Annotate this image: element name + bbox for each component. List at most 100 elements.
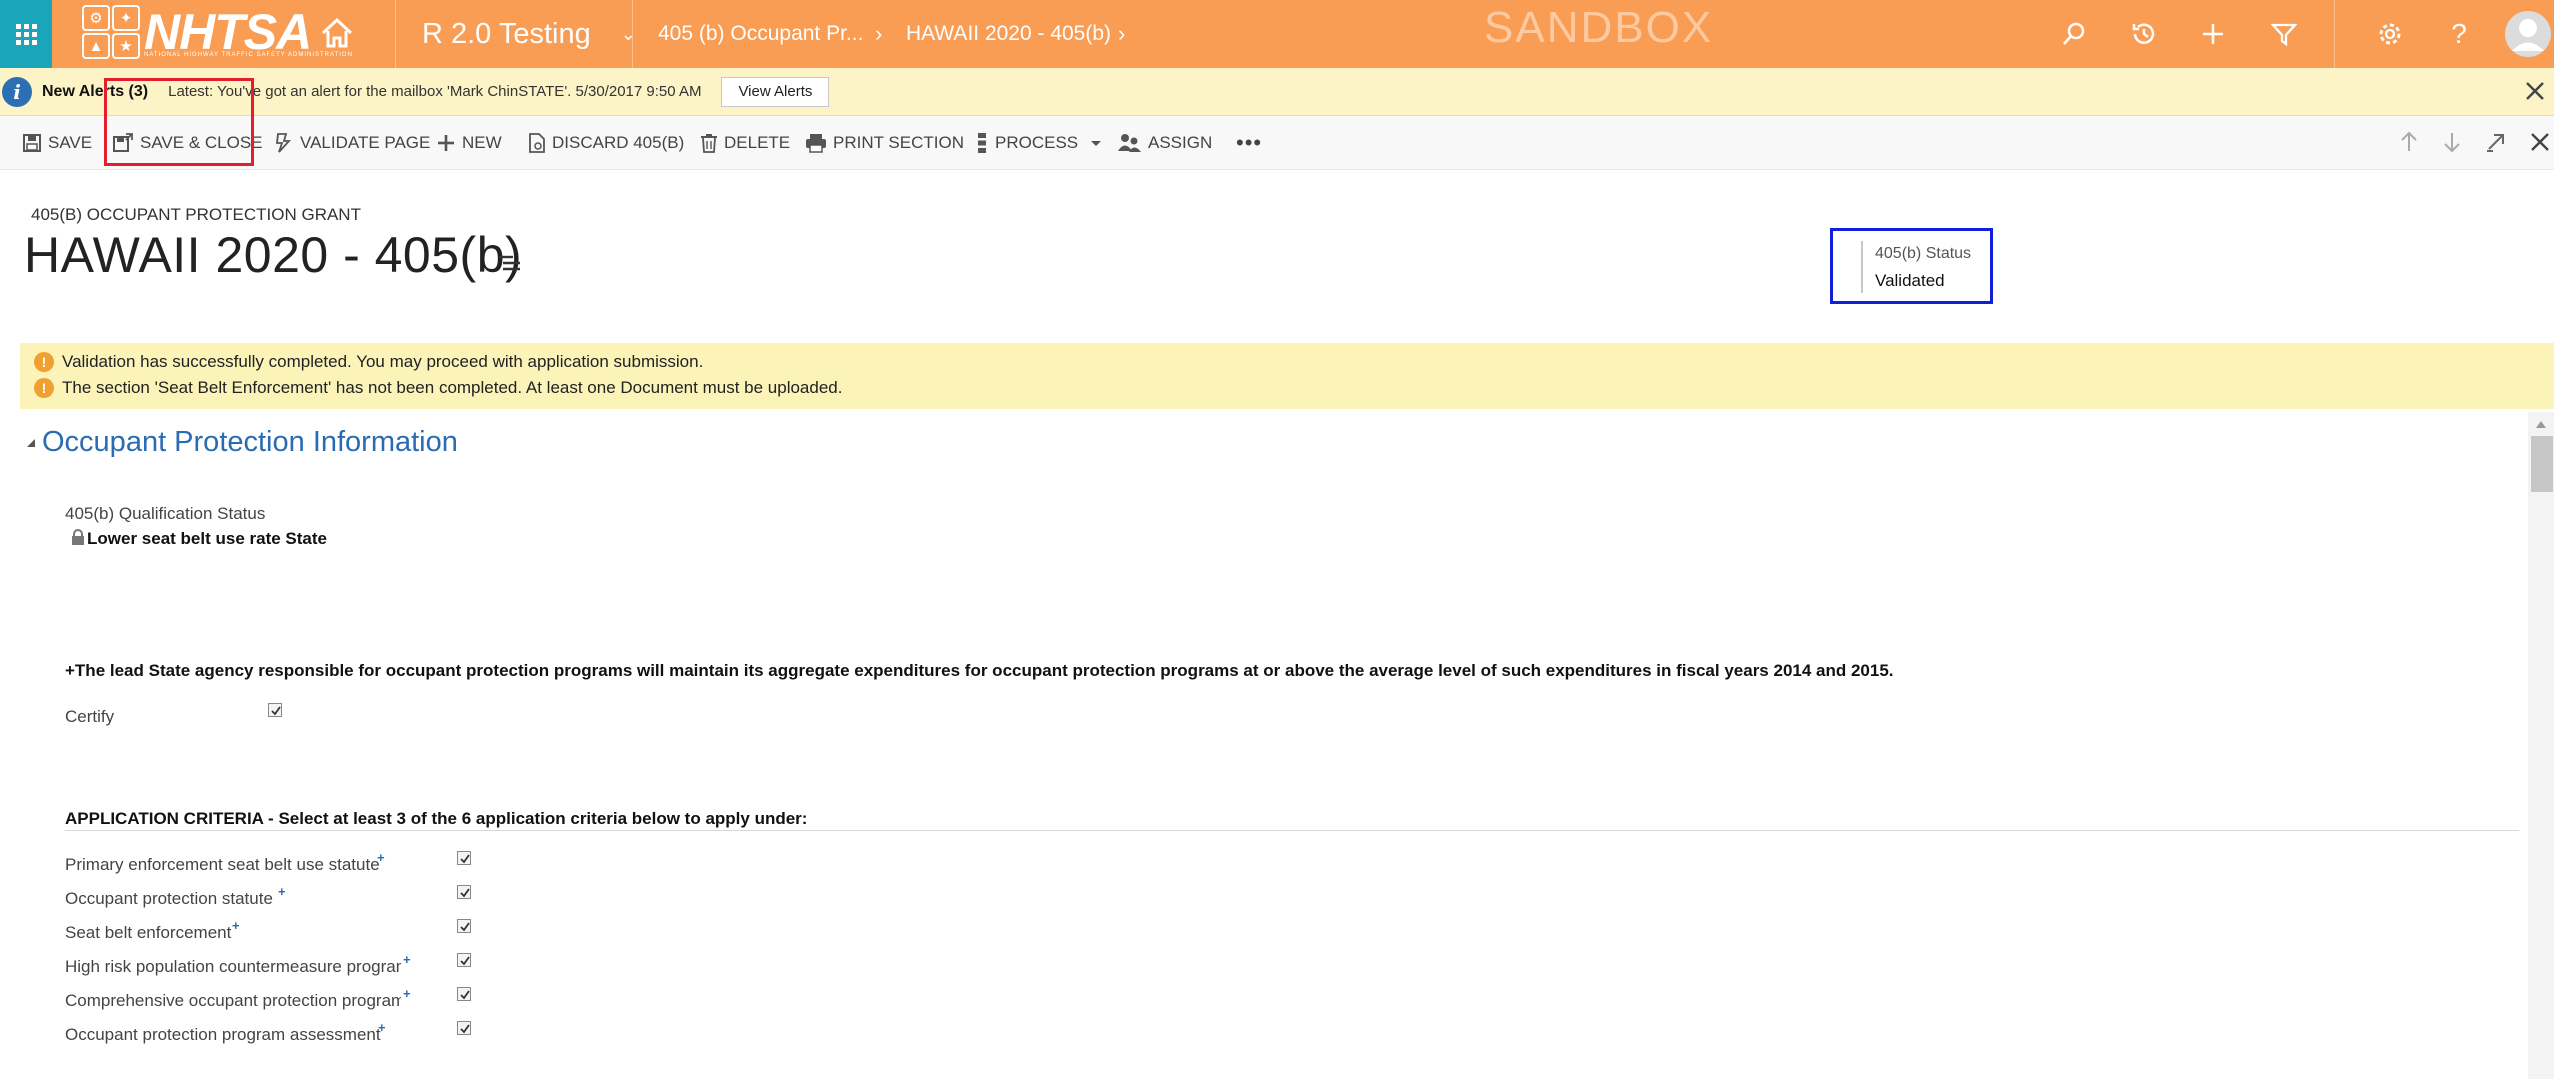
print-icon	[806, 134, 826, 153]
scrollbar-thumb[interactable]	[2531, 436, 2553, 492]
nhtsa-logo[interactable]: ⚙ ✦ ▲ ★ NHTSA NATIONAL HIGHWAY TRAFFIC SAFE…	[82, 4, 352, 60]
logo-badges-icon: ⚙ ✦ ▲ ★	[82, 5, 140, 59]
status-field: 405(b) Status Validated	[1861, 241, 1971, 293]
warning-icon: !	[34, 378, 54, 398]
criteria-checkbox[interactable]	[457, 885, 471, 899]
breadcrumb-entity[interactable]: 405 (b) Occupant Pr...	[658, 0, 863, 68]
collapse-triangle-icon[interactable]	[24, 436, 38, 450]
criteria-checkbox[interactable]	[457, 919, 471, 933]
qualification-status-value: Lower seat belt use rate State	[87, 529, 327, 548]
process-icon	[978, 133, 986, 153]
status-value: Validated	[1875, 271, 1945, 290]
print-label: PRINT SECTION	[833, 133, 964, 152]
filter-icon[interactable]	[2266, 16, 2302, 52]
criteria-label: Comprehensive occupant protection progra…	[65, 991, 401, 1010]
nav-divider	[632, 0, 633, 68]
breadcrumb-record[interactable]: HAWAII 2020 - 405(b)	[906, 0, 1111, 68]
scroll-up-icon[interactable]	[2534, 418, 2548, 430]
criteria-checkbox[interactable]	[457, 987, 471, 1001]
command-bar: SAVE SAVE & CLOSE VALIDATE PAGE NEW DISC…	[0, 116, 2554, 170]
recommended-icon: +	[403, 986, 411, 1001]
certification-statement: +The lead State agency responsible for o…	[65, 661, 1894, 680]
criteria-checkbox[interactable]	[457, 953, 471, 967]
delete-button[interactable]: DELETE	[700, 116, 790, 170]
arrow-down-icon[interactable]	[2437, 127, 2467, 157]
warning-icon: !	[34, 352, 54, 372]
home-icon[interactable]	[318, 14, 356, 52]
app-launcher-button[interactable]	[0, 0, 52, 68]
waffle-icon	[15, 23, 37, 45]
notification-text: Validation has successfully completed. Y…	[62, 352, 704, 371]
assign-label: ASSIGN	[1148, 133, 1213, 152]
logo-subtitle: NATIONAL HIGHWAY TRAFFIC SAFETY ADMINIST…	[144, 52, 353, 58]
app-selector[interactable]: R 2.0 Testing ⌄	[422, 0, 636, 68]
record-title: HAWAII 2020 - 405(b)	[24, 227, 523, 283]
process-label: PROCESS	[995, 133, 1079, 152]
notification-item: ! The section 'Seat Belt Enforcement' ha…	[34, 378, 842, 398]
recommended-icon: +	[378, 1020, 386, 1035]
info-icon: i	[2, 76, 32, 107]
status-field-highlight: 405(b) Status Validated	[1830, 228, 1993, 304]
criteria-label: Primary enforcement seat belt use statut…	[65, 855, 380, 874]
alert-bar: i New Alerts (3) Latest: You've got an a…	[0, 68, 2554, 116]
recent-icon[interactable]	[2126, 16, 2162, 52]
top-navigation-bar: ⚙ ✦ ▲ ★ NHTSA NATIONAL HIGHWAY TRAFFIC SAFE…	[0, 0, 2554, 68]
nav-divider	[395, 0, 396, 68]
logo-text: NHTSA	[144, 4, 312, 60]
form-notifications: ! Validation has successfully completed.…	[20, 343, 2554, 409]
criteria-checkbox[interactable]	[457, 1021, 471, 1035]
chevron-right-icon: ›	[875, 21, 883, 46]
help-icon[interactable]: ?	[2441, 16, 2477, 52]
assign-button[interactable]: ASSIGN	[1118, 116, 1212, 170]
close-icon[interactable]	[2522, 78, 2548, 104]
section-title[interactable]: Occupant Protection Information	[42, 426, 458, 459]
create-icon[interactable]	[2195, 16, 2231, 52]
criteria-divider	[65, 830, 2519, 831]
validate-page-button[interactable]: VALIDATE PAGE	[274, 116, 430, 170]
chevron-down-icon: ⌄	[620, 23, 636, 44]
print-section-button[interactable]: PRINT SECTION	[805, 116, 964, 170]
criteria-label: Occupant protection statute	[65, 889, 273, 908]
recommended-icon: +	[377, 850, 385, 865]
save-button[interactable]: SAVE	[22, 116, 92, 170]
caret-down-icon	[1091, 141, 1102, 146]
trash-icon	[701, 134, 717, 153]
more-commands-icon[interactable]: •••	[1236, 116, 1262, 170]
search-icon[interactable]	[2056, 16, 2092, 52]
pop-out-icon[interactable]	[2481, 127, 2511, 157]
notification-item: ! Validation has successfully completed.…	[34, 352, 703, 372]
arrow-up-icon[interactable]	[2394, 127, 2424, 157]
view-alerts-button[interactable]: View Alerts	[721, 76, 830, 107]
user-avatar[interactable]	[2504, 8, 2552, 60]
discard-button[interactable]: DISCARD 405(B)	[528, 116, 684, 170]
save-icon	[23, 134, 41, 152]
status-label: 405(b) Status	[1875, 245, 1972, 262]
plus-icon	[438, 135, 454, 151]
form-type-label: 405(B) OCCUPANT PROTECTION GRANT	[31, 205, 361, 224]
process-menu-button[interactable]: PROCESS	[975, 116, 1110, 170]
scrollbar[interactable]	[2528, 412, 2554, 1079]
new-label: NEW	[462, 133, 502, 152]
app-name: R 2.0 Testing	[422, 17, 591, 50]
save-close-highlight	[104, 78, 254, 166]
validate-label: VALIDATE PAGE	[300, 133, 431, 152]
criteria-checkbox[interactable]	[457, 851, 471, 865]
recommended-icon: +	[278, 884, 286, 899]
settings-icon[interactable]	[2372, 16, 2408, 52]
validate-icon	[275, 133, 292, 153]
qualification-status-label: 405(b) Qualification Status	[65, 504, 266, 523]
criteria-heading: APPLICATION CRITERIA - Select at least 3…	[65, 809, 808, 828]
new-button[interactable]: NEW	[436, 116, 502, 170]
assign-icon	[1118, 134, 1141, 152]
environment-label: SANDBOX	[1484, 3, 1714, 52]
certify-label: Certify	[65, 707, 115, 726]
recommended-icon: +	[403, 952, 411, 967]
criteria-label: High risk population countermeasure prog…	[65, 957, 401, 976]
close-record-icon[interactable]	[2525, 127, 2554, 157]
certify-checkbox[interactable]	[268, 703, 282, 717]
delete-label: DELETE	[724, 133, 791, 152]
form-selector-icon[interactable]	[498, 252, 524, 274]
recommended-icon: +	[232, 918, 240, 933]
chevron-right-icon[interactable]: ›	[1118, 0, 1125, 68]
save-label: SAVE	[48, 133, 93, 152]
